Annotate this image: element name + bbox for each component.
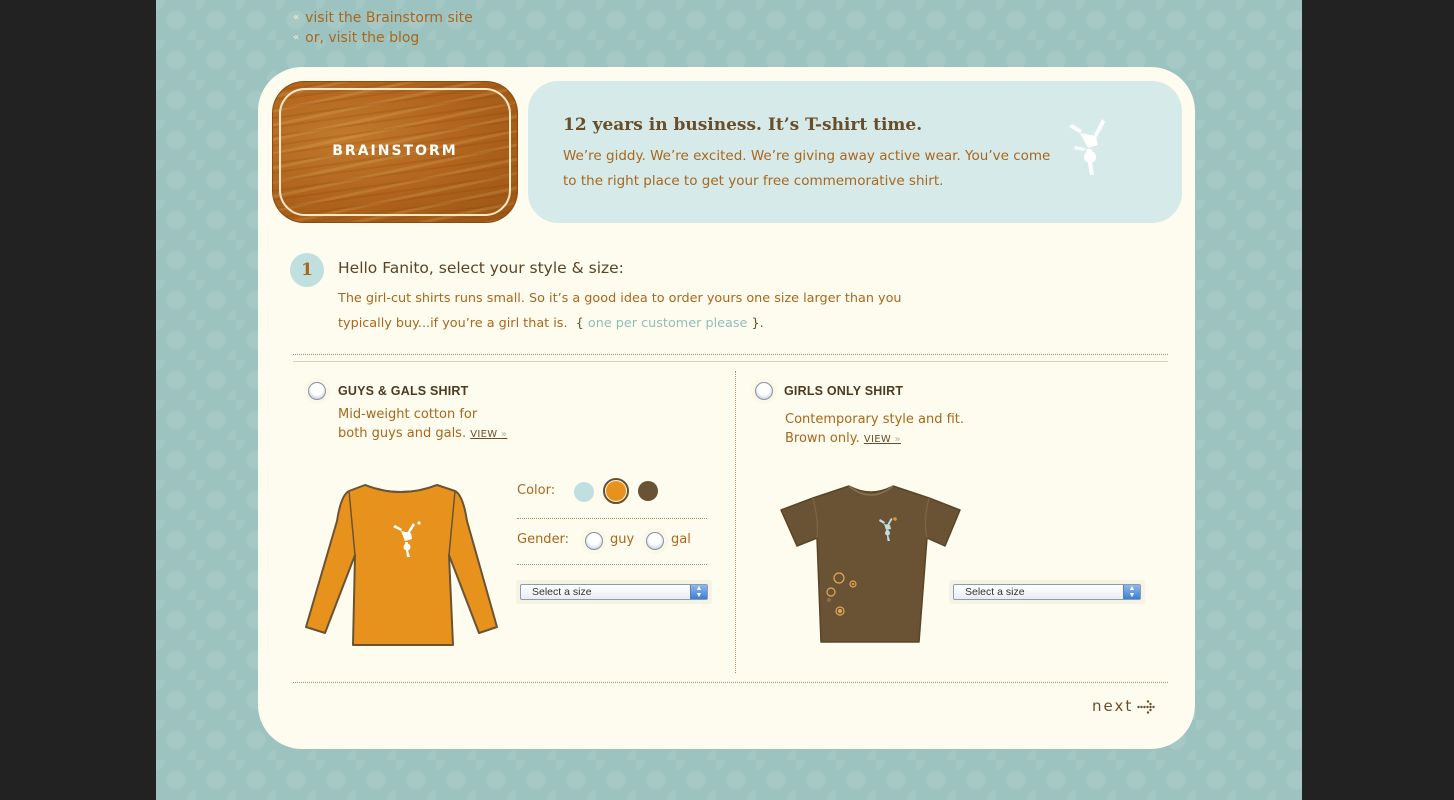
guys-gals-desc-line2: both guys and gals.	[338, 426, 467, 441]
color-swatch-orange[interactable]	[606, 481, 626, 501]
select-arrows-icon: ▲ ▼	[690, 585, 707, 599]
brainstorm-site-link[interactable]: « visit the Brainstorm site	[293, 8, 473, 28]
brown-girls-shirt-image	[780, 485, 961, 643]
girls-only-size-select[interactable]: Select a size ▲ ▼	[953, 584, 1141, 600]
column-divider	[735, 371, 736, 673]
step-title: Hello Fanito, select your style & size:	[338, 259, 624, 277]
girls-only-view-link[interactable]: VIEW »	[864, 434, 901, 445]
gender-guy-radio[interactable]	[585, 532, 603, 550]
select-arrows-icon: ▲ ▼	[1123, 585, 1140, 599]
size-select-value: Select a size	[532, 586, 592, 598]
brainstorm-site-link-label: visit the Brainstorm site	[305, 10, 473, 26]
guys-gals-title: GUYS & GALS SHIRT	[338, 384, 469, 398]
girls-only-desc-line2: Brown only.	[785, 431, 860, 446]
view-link-label: VIEW	[470, 429, 498, 440]
gender-label: Gender:	[517, 532, 570, 547]
girls-only-desc-line1: Contemporary style and fit.	[785, 412, 965, 427]
section-divider-top	[293, 354, 1168, 355]
gender-gal-radio[interactable]	[646, 532, 664, 550]
step-number: 1	[290, 253, 324, 287]
section-divider-line	[293, 361, 1168, 362]
gender-divider	[517, 564, 707, 565]
brace-close: }.	[751, 316, 764, 331]
step-description: The girl-cut shirts runs small. So it’s …	[338, 286, 918, 336]
girls-only-title: GIRLS ONLY SHIRT	[784, 384, 904, 398]
orange-longsleeve-shirt-image	[305, 484, 498, 646]
hero-body: We’re giddy. We’re excited. We’re giving…	[563, 148, 1051, 189]
double-arrow-icon: »	[894, 434, 901, 445]
guys-gals-view-link[interactable]: VIEW »	[470, 429, 507, 440]
top-links: « visit the Brainstorm site « or, visit th…	[293, 8, 473, 48]
guys-gals-desc-line1: Mid-weight cotton for	[338, 407, 478, 422]
size-select-value: Select a size	[965, 586, 1025, 598]
one-per-customer-note: one per customer please	[587, 316, 748, 331]
section-divider-bottom	[293, 682, 1168, 683]
girls-only-radio[interactable]	[755, 382, 773, 400]
dotted-arrow-icon[interactable]	[1137, 700, 1157, 714]
guys-gals-size-wrap: Select a size ▲ ▼	[516, 580, 712, 604]
guys-gals-description: Mid-weight cotton for both guys and gals…	[338, 405, 507, 444]
brainstorm-logo: BRAINSTORM	[272, 81, 518, 223]
logo-text: BRAINSTORM	[332, 143, 458, 159]
blog-link-label: or, visit the blog	[305, 30, 420, 46]
color-swatch-teal[interactable]	[574, 482, 594, 502]
hero-title: 12 years in business. It’s T-shirt time.	[563, 115, 923, 135]
color-divider	[517, 518, 707, 519]
color-swatch-brown[interactable]	[638, 481, 658, 501]
brace-open: {	[575, 316, 584, 331]
handstand-figure-icon	[1069, 119, 1105, 175]
guys-gals-size-select[interactable]: Select a size ▲ ▼	[520, 584, 708, 600]
girls-only-size-wrap: Select a size ▲ ▼	[949, 580, 1145, 604]
blog-link[interactable]: « or, visit the blog	[293, 28, 473, 48]
next-button[interactable]: next	[1092, 697, 1133, 715]
view-link-label: VIEW	[863, 434, 892, 445]
color-label: Color:	[517, 483, 556, 498]
guys-gals-radio[interactable]	[308, 382, 326, 400]
chevron-left-icon: «	[293, 12, 300, 23]
gender-gal-label: gal	[671, 532, 691, 547]
chevron-left-icon: «	[293, 32, 300, 43]
gender-guy-label: guy	[610, 532, 635, 547]
double-arrow-icon: »	[500, 429, 508, 440]
girls-only-description: Contemporary style and fit. Brown only. …	[785, 410, 964, 449]
hero-banner: 12 years in business. It’s T-shirt time.…	[528, 81, 1182, 223]
